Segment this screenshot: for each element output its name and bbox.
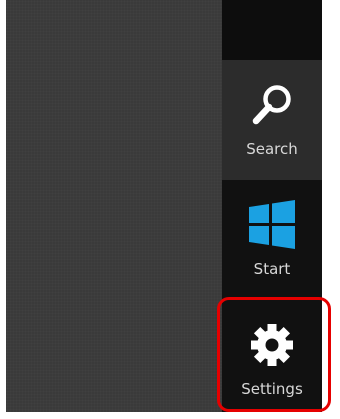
settings-charm-label: Settings — [241, 380, 303, 398]
settings-charm[interactable]: Settings — [222, 300, 322, 412]
gear-icon — [249, 320, 295, 370]
charms-bar: Search Start Settings — [222, 0, 322, 412]
windows-logo-icon — [247, 200, 297, 250]
search-charm[interactable]: Search — [222, 60, 322, 180]
search-charm-label: Search — [246, 140, 298, 158]
start-charm-label: Start — [253, 260, 291, 278]
desktop-background — [6, 0, 222, 412]
search-icon — [249, 80, 295, 130]
start-charm[interactable]: Start — [222, 180, 322, 300]
charms-bar-top-area — [222, 0, 322, 60]
